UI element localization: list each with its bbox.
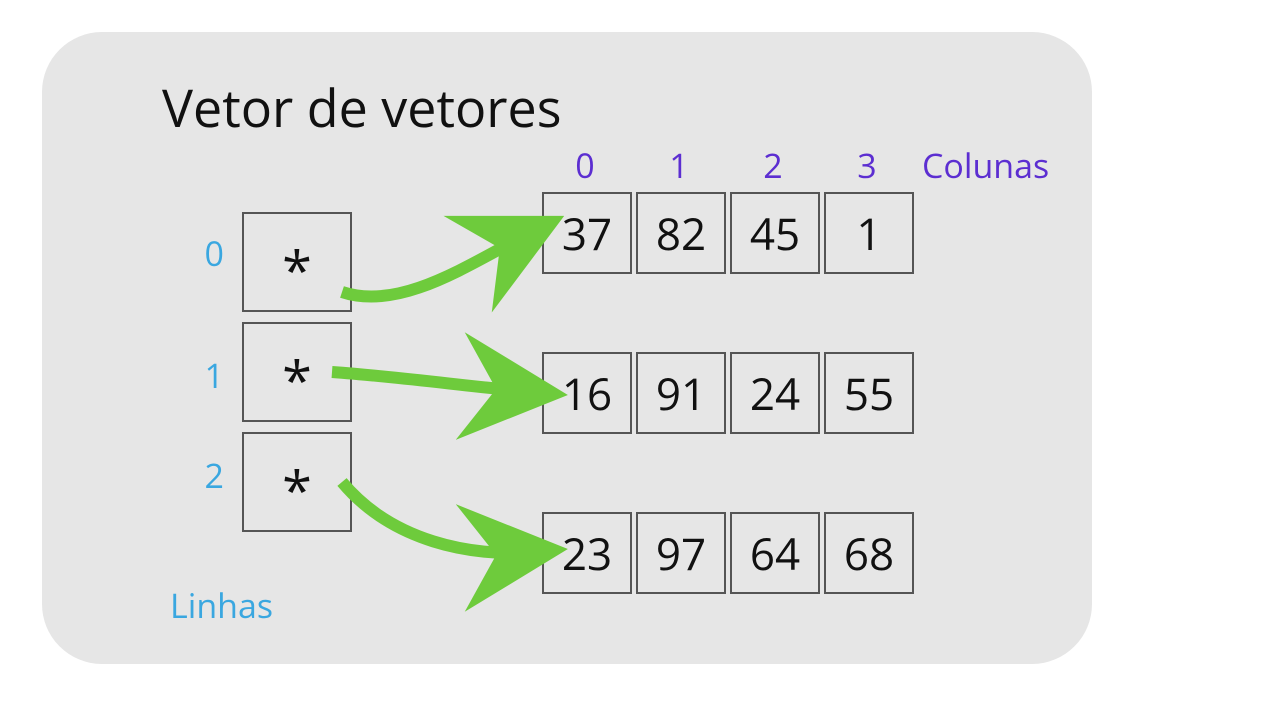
- arrow-0: [342, 232, 532, 297]
- diagram-title: Vetor de vetores: [162, 72, 562, 143]
- data-row-1: 16 91 24 55: [542, 352, 914, 434]
- column-index-3: 3: [822, 142, 912, 188]
- data-cell: 37: [542, 192, 632, 274]
- data-row-2: 23 97 64 68: [542, 512, 914, 594]
- column-index-2: 2: [728, 142, 818, 188]
- diagram-panel: Vetor de vetores 0 1 2 3 Colunas 0 1 2 L…: [42, 32, 1092, 664]
- arrow-1: [332, 372, 532, 392]
- pointer-cell-0: *: [242, 212, 352, 312]
- row-index-0: 0: [184, 230, 224, 276]
- columns-label: Colunas: [922, 142, 1049, 188]
- data-cell: 68: [824, 512, 914, 594]
- arrow-2: [342, 482, 532, 553]
- column-index-1: 1: [634, 142, 724, 188]
- column-index-0: 0: [540, 142, 630, 188]
- rows-label: Linhas: [170, 582, 273, 628]
- pointer-cell-1: *: [242, 322, 352, 422]
- data-cell: 82: [636, 192, 726, 274]
- data-cell: 55: [824, 352, 914, 434]
- canvas: Vetor de vetores 0 1 2 3 Colunas 0 1 2 L…: [0, 0, 1280, 720]
- data-cell: 64: [730, 512, 820, 594]
- data-cell: 91: [636, 352, 726, 434]
- pointer-cell-2: *: [242, 432, 352, 532]
- data-cell: 97: [636, 512, 726, 594]
- data-cell: 1: [824, 192, 914, 274]
- data-cell: 45: [730, 192, 820, 274]
- data-cell: 23: [542, 512, 632, 594]
- row-index-2: 2: [184, 452, 224, 498]
- data-cell: 24: [730, 352, 820, 434]
- data-row-0: 37 82 45 1: [542, 192, 914, 274]
- data-cell: 16: [542, 352, 632, 434]
- row-index-1: 1: [184, 352, 224, 398]
- pointer-column: * * *: [242, 212, 352, 532]
